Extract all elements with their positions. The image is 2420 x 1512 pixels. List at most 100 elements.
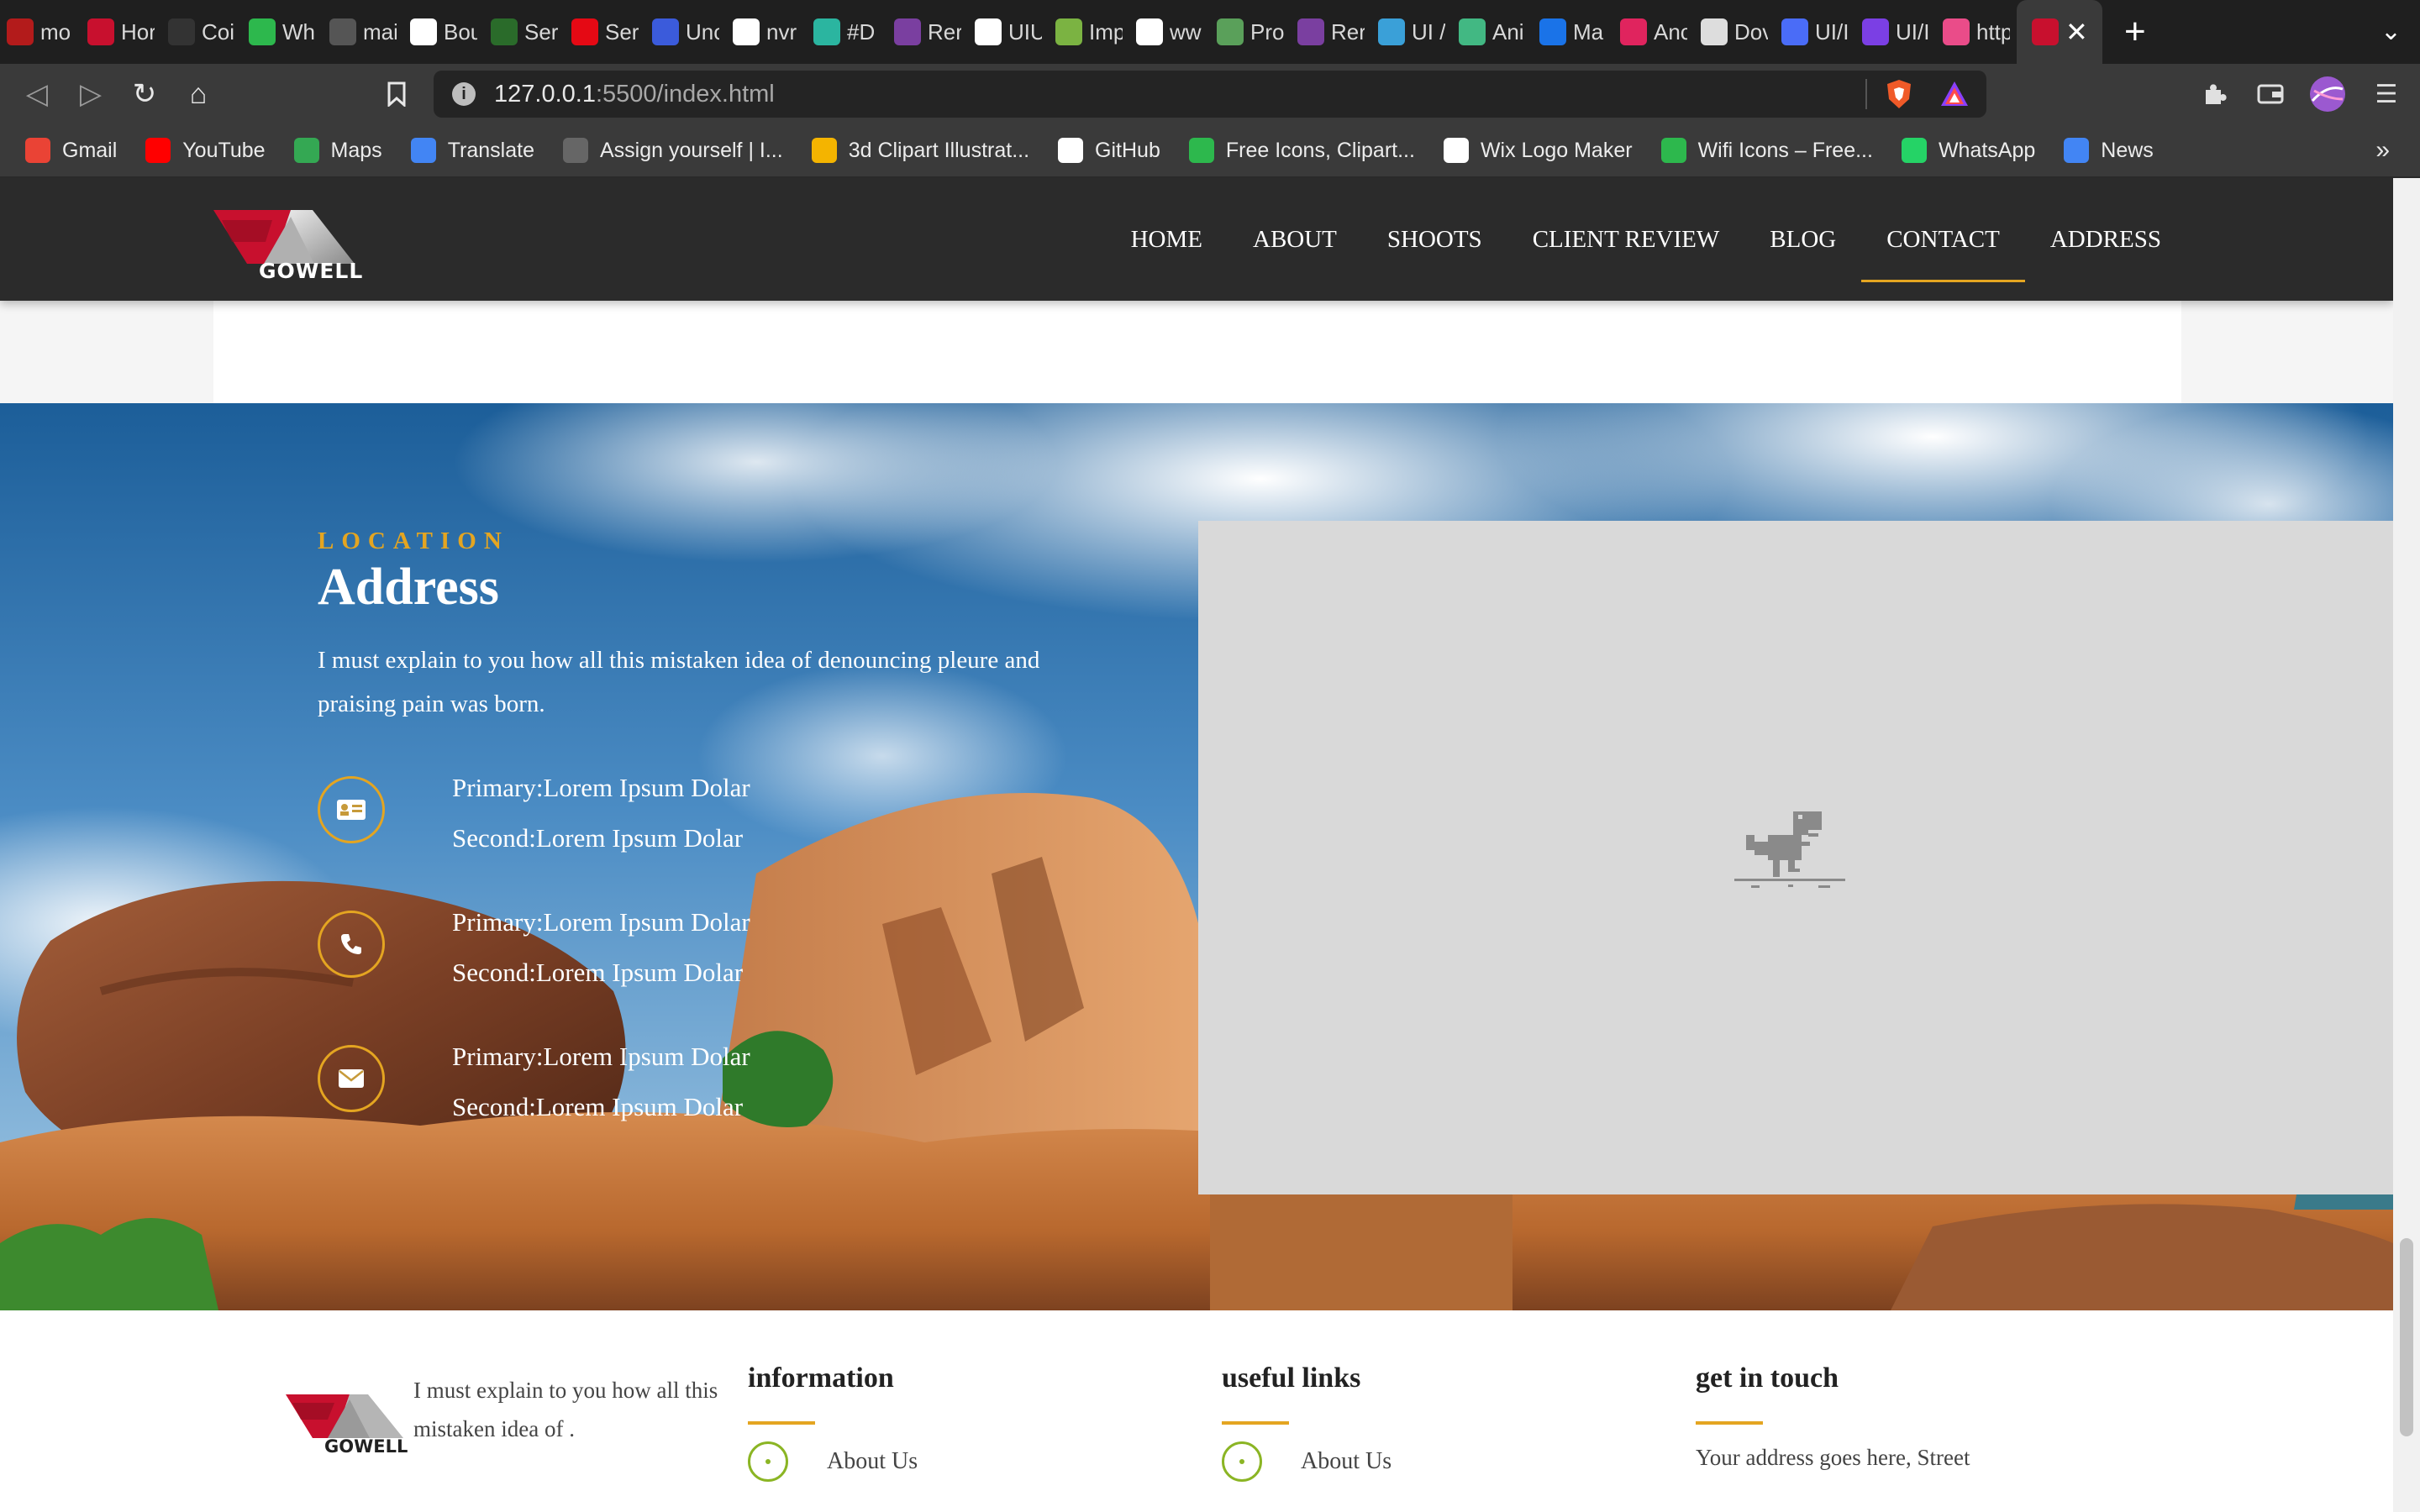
brave-rewards-icon[interactable] [1938, 77, 1971, 111]
tab-title: Bou [444, 18, 477, 45]
github-icon [1058, 138, 1084, 163]
bookmark-label: YouTube [182, 138, 266, 162]
browser-tab[interactable]: UI / [1371, 0, 1452, 64]
browser-tab[interactable]: ww [1129, 0, 1210, 64]
footer-link-about[interactable]: About Us [748, 1441, 918, 1482]
bookmark-page-icon[interactable] [378, 76, 415, 113]
cloud-icon [1378, 18, 1405, 45]
tab-title: Ser [524, 18, 558, 45]
google-icon [733, 18, 760, 45]
browser-tab[interactable]: nvr [726, 0, 807, 64]
browser-tab[interactable]: http [1936, 0, 2017, 64]
tab-search-icon[interactable]: ⌄ [2381, 17, 2402, 46]
bookmark-item[interactable]: 3d Clipart Illustrat... [811, 138, 1029, 163]
browser-tab[interactable]: Unc [645, 0, 726, 64]
browser-tab[interactable]: Pro [1210, 0, 1291, 64]
browser-tab[interactable]: Coi [161, 0, 242, 64]
url-path: :5500/index.html [595, 80, 775, 108]
blob-icon [1297, 18, 1324, 45]
browser-tab[interactable]: Ser [484, 0, 565, 64]
browser-tab[interactable]: Rer [1291, 0, 1371, 64]
browser-tab[interactable]: Wh [242, 0, 323, 64]
browser-tab[interactable]: Dov [1694, 0, 1775, 64]
new-tab-icon[interactable]: + [2124, 11, 2146, 53]
wallet-icon[interactable] [2252, 76, 2289, 113]
bookmark-item[interactable]: Maps [293, 138, 382, 163]
download-icon [1701, 18, 1728, 45]
footer-logo-wordmark: GOWELL [324, 1436, 408, 1457]
whatsapp-icon [1901, 138, 1927, 163]
tab-title: mo [40, 18, 71, 45]
reload-icon[interactable]: ↻ [126, 76, 163, 113]
forward-icon[interactable]: ▷ [72, 76, 109, 113]
circle-logo-icon [975, 18, 1002, 45]
url-text[interactable]: 127.0.0.1:5500/index.html [494, 81, 775, 108]
dat-icon [1055, 18, 1082, 45]
browser-tab[interactable]: Hor [81, 0, 161, 64]
contact-second: Second:Lorem Ipsum Dolar [452, 823, 744, 853]
maps-icon [293, 138, 319, 163]
brave-shield-icon[interactable] [1882, 77, 1916, 111]
browser-tab[interactable]: Rer [887, 0, 968, 64]
bookmark-item[interactable]: Assign yourself | I... [562, 138, 783, 163]
nav-shoots[interactable]: SHOOTS [1362, 178, 1507, 301]
bullet-ring-icon [748, 1441, 788, 1482]
bookmark-item[interactable]: Wifi Icons – Free... [1660, 138, 1873, 163]
more-bookmarks-icon[interactable]: » [2375, 136, 2390, 165]
browser-tab[interactable]: UI/I [1855, 0, 1936, 64]
page-scrollbar[interactable] [2393, 178, 2420, 1512]
bookmark-label: Translate [447, 138, 534, 162]
browser-tab[interactable]: mo [0, 0, 81, 64]
nav-blog[interactable]: BLOG [1744, 178, 1861, 301]
browser-tab[interactable]: Ani [1452, 0, 1533, 64]
browser-tab[interactable]: Bou [403, 0, 484, 64]
chart-icon [168, 18, 195, 45]
tab-title: UIU [1008, 18, 1042, 45]
nav-contact[interactable]: CONTACT [1861, 178, 2025, 301]
site-info-icon[interactable]: i [452, 82, 476, 106]
browser-tab[interactable]: Imp [1049, 0, 1129, 64]
bookmark-item[interactable]: YouTube [145, 138, 266, 163]
o-logo-icon [811, 138, 837, 163]
browser-menu-icon[interactable]: ☰ [2368, 76, 2405, 113]
close-tab-icon[interactable]: ✕ [2065, 16, 2088, 48]
bookmark-item[interactable]: Translate [410, 138, 534, 163]
footer-column-useful-links: useful links About Us [1222, 1362, 1392, 1482]
home-icon[interactable]: ⌂ [180, 76, 217, 113]
site-logo[interactable]: GOWELL [213, 208, 362, 289]
bookmark-item[interactable]: GitHub [1058, 138, 1160, 163]
footer-column-information: information About Us [748, 1362, 918, 1482]
bookmark-item[interactable]: Free Icons, Clipart... [1188, 138, 1415, 163]
bookmark-label: Maps [330, 138, 382, 162]
address-bar[interactable]: i 127.0.0.1:5500/index.html [434, 71, 1986, 118]
browser-tab[interactable]: ✕ [2017, 0, 2102, 64]
browser-tab[interactable]: #D [807, 0, 887, 64]
footer-link-about[interactable]: About Us [1222, 1441, 1392, 1482]
nav-about[interactable]: ABOUT [1228, 178, 1362, 301]
contact-primary: Primary:Lorem Ipsum Dolar [452, 773, 750, 802]
bookmark-item[interactable]: Wix Logo Maker [1443, 138, 1633, 163]
tab-title: Anc [1654, 18, 1687, 45]
back-icon[interactable]: ◁ [18, 76, 55, 113]
nav-address[interactable]: ADDRESS [2025, 178, 2186, 301]
location-description: I must explain to you how all this mista… [318, 647, 1040, 717]
news-icon [2064, 138, 2090, 163]
profile-avatar[interactable] [2309, 76, 2346, 113]
browser-tab[interactable]: UIU [968, 0, 1049, 64]
bookmark-item[interactable]: WhatsApp [1901, 138, 2036, 163]
browser-tab[interactable]: Ser [565, 0, 645, 64]
browser-tab[interactable]: Ma [1533, 0, 1613, 64]
bookmark-item[interactable]: Gmail [25, 138, 117, 163]
nav-home[interactable]: HOME [1106, 178, 1228, 301]
footer-logo[interactable]: GOWELL [286, 1393, 408, 1460]
scrollbar-thumb[interactable] [2400, 1238, 2413, 1436]
browser-tab[interactable]: Anc [1613, 0, 1694, 64]
browser-tab[interactable]: UI/I [1775, 0, 1855, 64]
bookmark-item[interactable]: News [2064, 138, 2154, 163]
map-embed-frame[interactable] [1198, 521, 2393, 1194]
bookmark-label: WhatsApp [1938, 138, 2036, 162]
id-card-icon [318, 776, 385, 843]
nav-client-review[interactable]: CLIENT REVIEW [1507, 178, 1745, 301]
extensions-icon[interactable] [2196, 76, 2233, 113]
browser-tab[interactable]: mai [323, 0, 403, 64]
